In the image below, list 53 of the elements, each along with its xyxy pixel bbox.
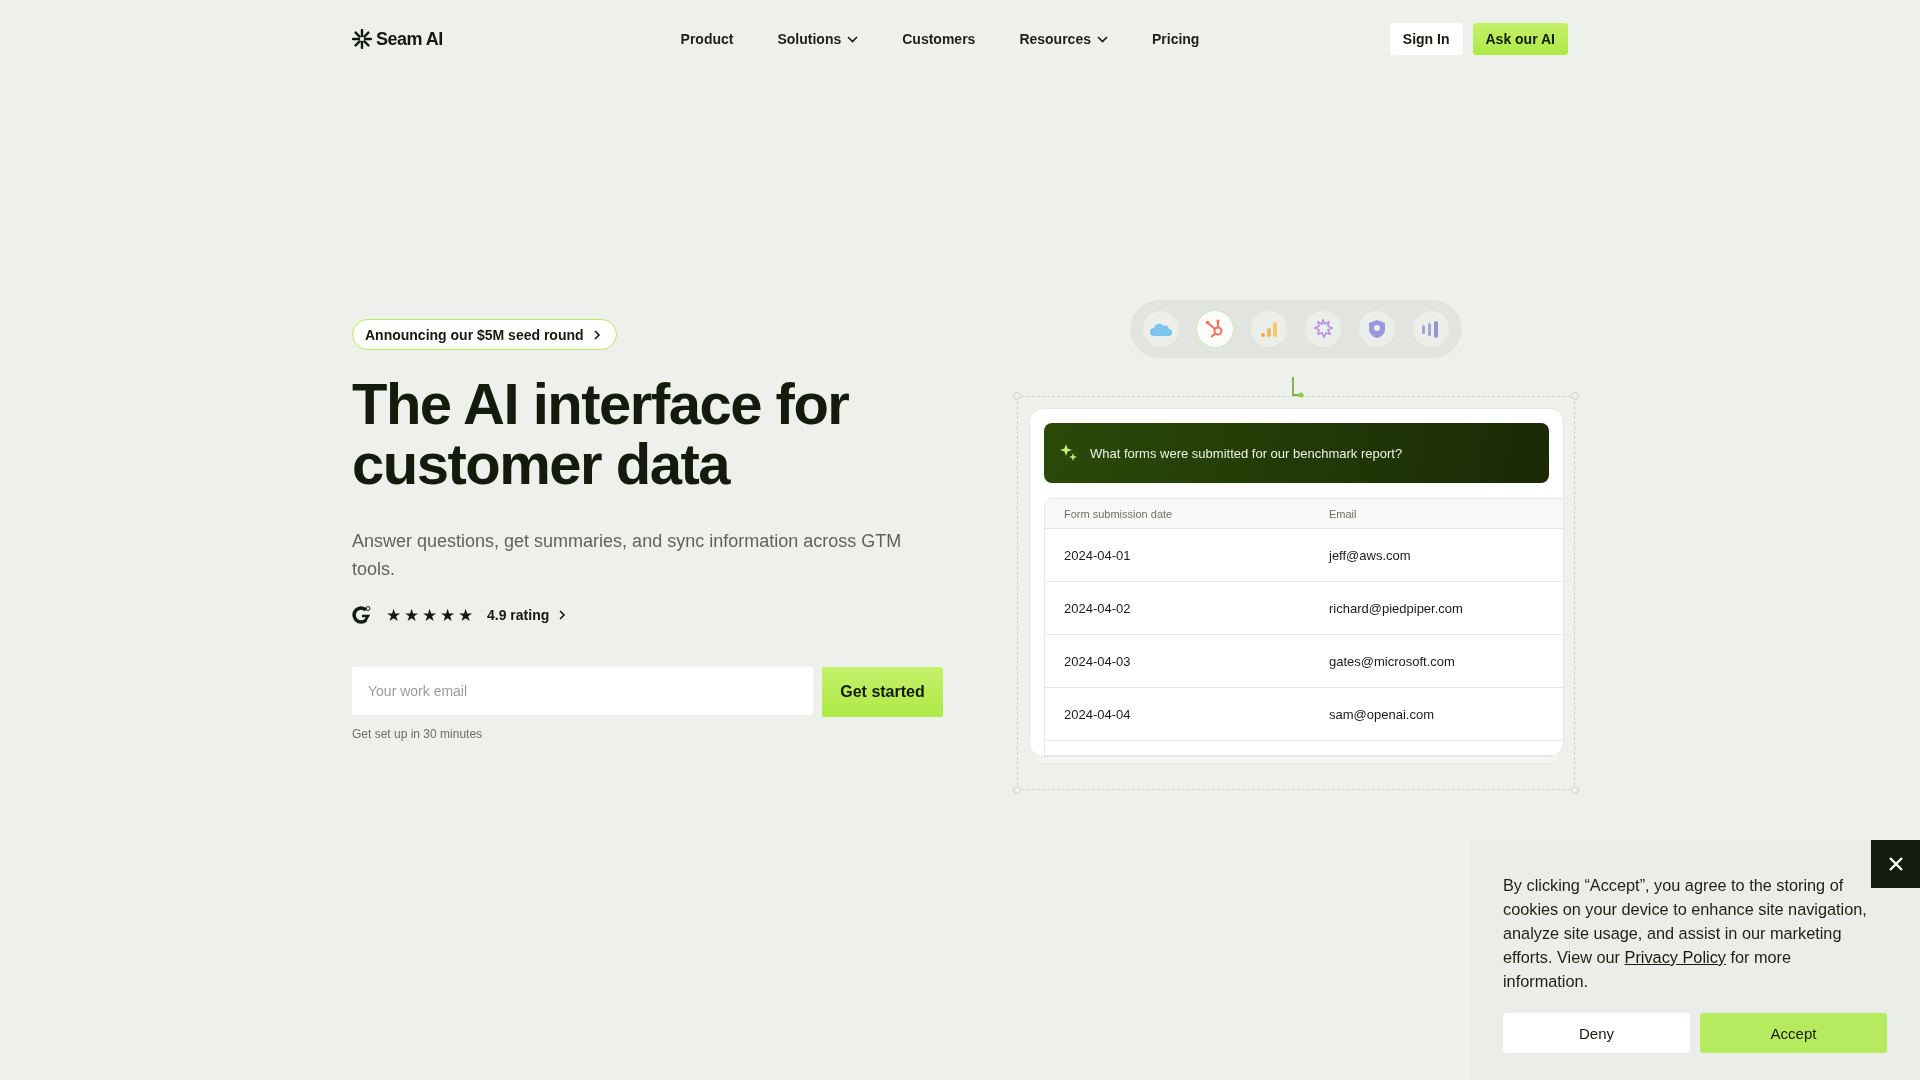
resize-handle[interactable] xyxy=(1571,392,1579,400)
star-icon: ★ xyxy=(440,606,455,624)
cookie-button[interactable]: Accept xyxy=(1700,1013,1887,1053)
star-icon: ★ xyxy=(458,606,473,624)
nav-link[interactable]: Solutions xyxy=(777,31,859,47)
g2-logo-icon xyxy=(352,605,372,625)
chevron-icon xyxy=(557,610,568,620)
close-button[interactable] xyxy=(1871,840,1920,888)
nav-link[interactable]: Pricing xyxy=(1151,31,1200,47)
resize-handle[interactable] xyxy=(1013,392,1021,400)
logo-icon xyxy=(352,29,372,49)
get-started-button[interactable]: Get started xyxy=(822,667,943,717)
starburst-icon xyxy=(1313,319,1333,339)
email-input[interactable]: Your work email xyxy=(352,667,813,715)
table-cell-text: 2024-04-03 xyxy=(1064,653,1132,669)
close-icon xyxy=(1887,856,1904,872)
table-cell-text: sam@openai.com xyxy=(1329,706,1435,722)
logo-text[interactable]: Seam AI xyxy=(376,28,443,50)
table-cell-text: jeff@aws.com xyxy=(1329,547,1412,563)
star-icon: ★ xyxy=(422,606,437,624)
connector-line xyxy=(1292,377,1304,399)
privacy-policy-link[interactable]: Privacy Policy xyxy=(1624,948,1726,966)
integration-button[interactable] xyxy=(1196,310,1234,348)
columns-icon xyxy=(1421,320,1441,338)
nav-link[interactable]: Resources xyxy=(1019,31,1108,47)
hero-subtitle: Answer questions, get summaries, and sync information across GTM tools. xyxy=(352,530,903,581)
table-cell-text: 2024-04-02 xyxy=(1064,600,1132,616)
sign-in-button[interactable]: Sign In xyxy=(1389,23,1463,55)
nav-link[interactable]: Customers xyxy=(902,31,976,47)
cookie-text: By clicking “Accept”, you agree to the storing of cookies on your device to enhance site navigation, analyze site usage, and assist in our marketing efforts. View our Privacy Policy for more information. xyxy=(1503,875,1868,992)
announcement-badge[interactable]: Announcing our $5M seed round xyxy=(352,319,617,350)
table-cell-text: 2024-04-04 xyxy=(1064,706,1132,722)
column-header: Form submission date xyxy=(1064,507,1174,520)
table-cell-text: 2024-04-01 xyxy=(1064,547,1132,563)
question-text: What forms were submitted for our benchmark report? xyxy=(1090,445,1403,461)
shield-icon xyxy=(1367,319,1387,339)
star-icon: ★ xyxy=(386,606,401,624)
resize-handle[interactable] xyxy=(1013,786,1021,794)
resize-handle[interactable] xyxy=(1571,786,1579,794)
ask-ai-button[interactable]: Ask our AI xyxy=(1472,23,1568,55)
hero-title: The AI interface for customer data xyxy=(352,374,850,494)
rating-link[interactable]: 4.9 rating xyxy=(487,607,568,623)
setup-note: Get set up in 30 minutes xyxy=(352,727,483,741)
chevron-icon xyxy=(591,329,602,340)
column-header: Email xyxy=(1329,507,1358,520)
sparkle-icon xyxy=(1060,444,1078,462)
cloud-icon xyxy=(1149,321,1173,337)
table-cell-text: richard@piedpiper.com xyxy=(1329,600,1464,616)
table-cell-text: gates@microsoft.com xyxy=(1329,653,1456,669)
star-icon: ★ xyxy=(404,606,419,624)
cookie-button[interactable]: Deny xyxy=(1503,1013,1690,1053)
bar-chart-icon xyxy=(1260,320,1278,338)
nav-link[interactable]: Product xyxy=(680,31,734,47)
